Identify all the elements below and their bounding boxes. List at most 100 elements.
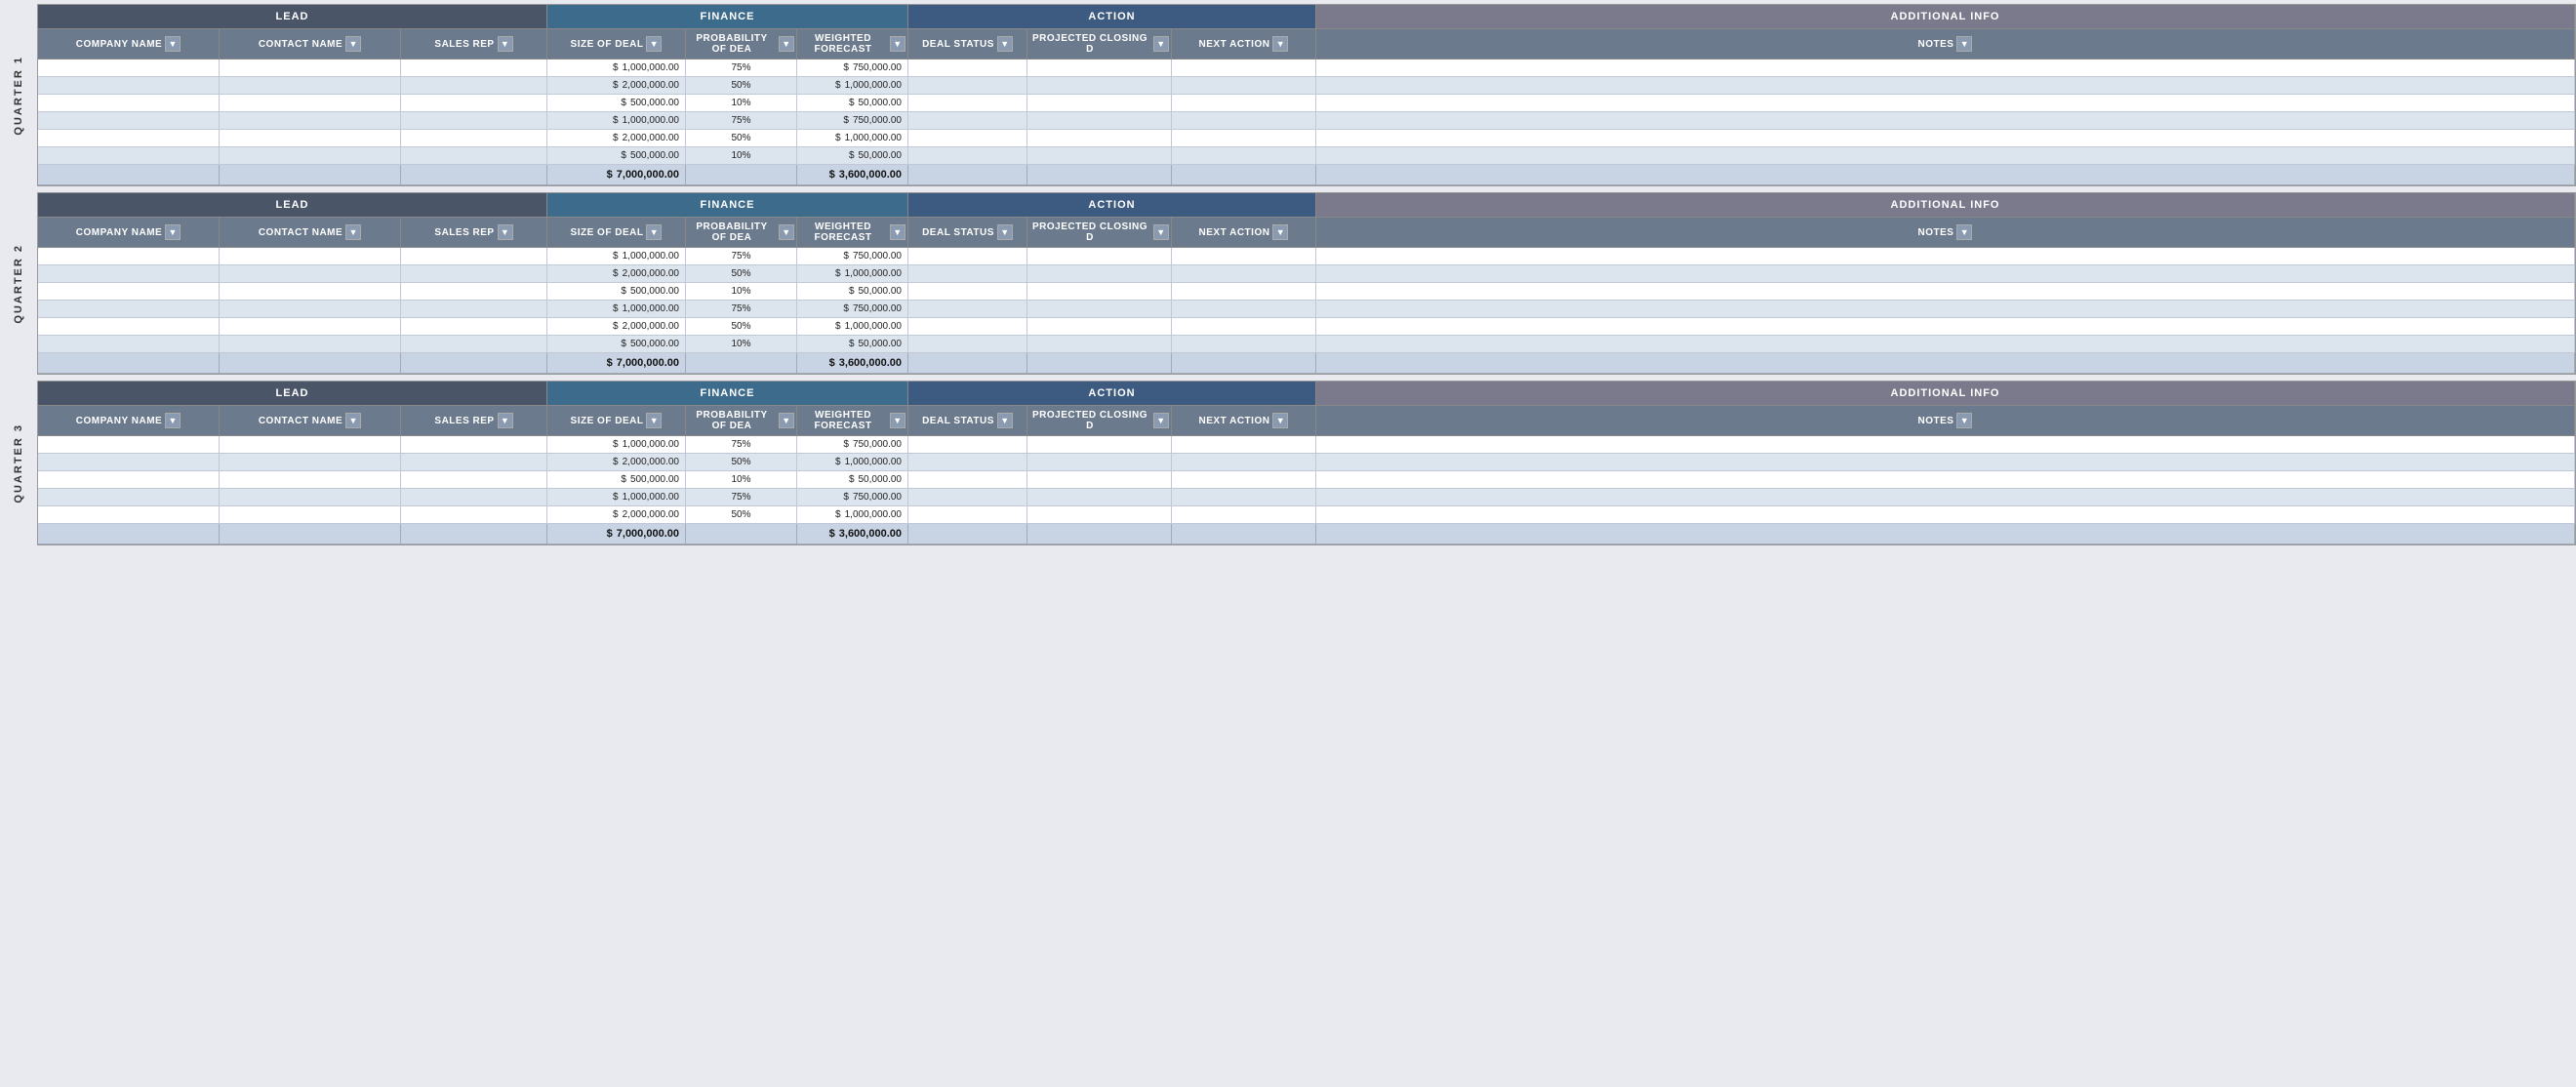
col-company-header: COMPANY NAME▼ bbox=[38, 406, 220, 436]
sub-header-row-q2: COMPANY NAME▼CONTACT NAME▼SALES REP▼SIZE… bbox=[38, 218, 2575, 248]
col-probability-header-dropdown[interactable]: ▼ bbox=[779, 224, 794, 240]
col-contact-header-dropdown[interactable]: ▼ bbox=[345, 224, 361, 240]
table-cell-sizedeal: $2,000,000.00 bbox=[547, 318, 686, 336]
table-cell bbox=[401, 60, 547, 77]
total-cell bbox=[1316, 524, 2575, 544]
table-cell bbox=[1172, 301, 1316, 318]
total-cell-weighted: $3,600,000.00 bbox=[797, 524, 908, 544]
col-nextaction-header-dropdown[interactable]: ▼ bbox=[1272, 36, 1288, 52]
total-cell-sizedeal: $7,000,000.00 bbox=[547, 165, 686, 185]
table-cell-sizedeal: $500,000.00 bbox=[547, 95, 686, 112]
table-cell bbox=[220, 283, 401, 301]
col-company-header-dropdown[interactable]: ▼ bbox=[165, 224, 181, 240]
table-row: $1,000,000.0075%$750,000.00 bbox=[38, 112, 2575, 130]
table-cell: 50% bbox=[686, 506, 797, 524]
col-probability-header-dropdown[interactable]: ▼ bbox=[779, 413, 794, 428]
col-dealstatus-header-dropdown[interactable]: ▼ bbox=[997, 413, 1013, 428]
col-sizedeal-header-dropdown[interactable]: ▼ bbox=[646, 36, 662, 52]
col-salesrep-header: SALES REP▼ bbox=[401, 406, 547, 436]
col-weighted-header-dropdown[interactable]: ▼ bbox=[890, 413, 906, 428]
table-cell bbox=[38, 471, 220, 489]
table-cell bbox=[908, 248, 1027, 265]
col-salesrep-header-dropdown[interactable]: ▼ bbox=[498, 413, 513, 428]
col-probability-header-dropdown[interactable]: ▼ bbox=[779, 36, 794, 52]
col-sizedeal-header-dropdown[interactable]: ▼ bbox=[646, 224, 662, 240]
total-cell bbox=[1027, 165, 1172, 185]
col-contact-header-dropdown[interactable]: ▼ bbox=[345, 36, 361, 52]
col-nextaction-header-dropdown[interactable]: ▼ bbox=[1272, 224, 1288, 240]
group-header-row-q2: LEADFINANCEACTIONADDITIONAL INFO bbox=[38, 193, 2575, 218]
col-notes-header-dropdown[interactable]: ▼ bbox=[1956, 224, 1972, 240]
table-cell bbox=[1027, 283, 1172, 301]
total-cell bbox=[38, 165, 220, 185]
table-cell bbox=[38, 77, 220, 95]
col-dealstatus-header-dropdown[interactable]: ▼ bbox=[997, 36, 1013, 52]
table-row: $500,000.0010%$50,000.00 bbox=[38, 471, 2575, 489]
col-weighted-header: WEIGHTED FORECAST▼ bbox=[797, 218, 908, 248]
col-company-header-dropdown[interactable]: ▼ bbox=[165, 413, 181, 428]
total-cell-weighted: $3,600,000.00 bbox=[797, 353, 908, 374]
table-cell bbox=[1027, 489, 1172, 506]
quarter-section-q2: QUARTER 2LEADFINANCEACTIONADDITIONAL INF… bbox=[0, 192, 2576, 375]
table-cell bbox=[1316, 265, 2575, 283]
group-finance: FINANCE bbox=[547, 193, 908, 218]
col-nextaction-header-dropdown[interactable]: ▼ bbox=[1272, 413, 1288, 428]
col-probability-header: PROBABILITY OF DEA▼ bbox=[686, 218, 797, 248]
table-cell bbox=[1172, 318, 1316, 336]
col-salesrep-header-dropdown[interactable]: ▼ bbox=[498, 36, 513, 52]
table-cell bbox=[908, 147, 1027, 165]
col-sizedeal-header-dropdown[interactable]: ▼ bbox=[646, 413, 662, 428]
table-cell bbox=[38, 436, 220, 454]
col-weighted-header-dropdown[interactable]: ▼ bbox=[890, 36, 906, 52]
table-cell bbox=[38, 301, 220, 318]
col-notes-header-dropdown[interactable]: ▼ bbox=[1956, 36, 1972, 52]
table-cell bbox=[908, 265, 1027, 283]
col-dealstatus-header: DEAL STATUS▼ bbox=[908, 218, 1027, 248]
table-cell-weighted: $50,000.00 bbox=[797, 471, 908, 489]
table-cell: 75% bbox=[686, 60, 797, 77]
table-cell bbox=[220, 265, 401, 283]
col-nextaction-header: NEXT ACTION▼ bbox=[1172, 406, 1316, 436]
table-cell bbox=[908, 301, 1027, 318]
table-cell bbox=[1172, 265, 1316, 283]
col-salesrep-header-dropdown[interactable]: ▼ bbox=[498, 224, 513, 240]
table-cell bbox=[220, 95, 401, 112]
col-weighted-header-dropdown[interactable]: ▼ bbox=[890, 224, 906, 240]
table-cell bbox=[401, 506, 547, 524]
total-cell bbox=[1172, 353, 1316, 374]
total-cell bbox=[1172, 165, 1316, 185]
col-projclosing-header: PROJECTED CLOSING D▼ bbox=[1027, 29, 1172, 60]
table-cell bbox=[1316, 436, 2575, 454]
table-cell bbox=[38, 336, 220, 353]
table-row: $2,000,000.0050%$1,000,000.00 bbox=[38, 454, 2575, 471]
col-company-header-dropdown[interactable]: ▼ bbox=[165, 36, 181, 52]
total-cell bbox=[1316, 353, 2575, 374]
col-contact-header: CONTACT NAME▼ bbox=[220, 29, 401, 60]
table-cell bbox=[908, 60, 1027, 77]
total-cell bbox=[908, 524, 1027, 544]
col-notes-header-dropdown[interactable]: ▼ bbox=[1956, 413, 1972, 428]
total-cell bbox=[1172, 524, 1316, 544]
table-cell bbox=[1316, 283, 2575, 301]
group-lead: LEAD bbox=[38, 382, 547, 406]
col-dealstatus-header-dropdown[interactable]: ▼ bbox=[997, 224, 1013, 240]
col-projclosing-header-dropdown[interactable]: ▼ bbox=[1153, 36, 1169, 52]
table-cell-weighted: $1,000,000.00 bbox=[797, 130, 908, 147]
group-additional: ADDITIONAL INFO bbox=[1316, 193, 2575, 218]
table-cell bbox=[1027, 147, 1172, 165]
col-projclosing-header: PROJECTED CLOSING D▼ bbox=[1027, 218, 1172, 248]
quarter-section-q1: QUARTER 1LEADFINANCEACTIONADDITIONAL INF… bbox=[0, 4, 2576, 186]
table-cell bbox=[401, 95, 547, 112]
table-row: $1,000,000.0075%$750,000.00 bbox=[38, 301, 2575, 318]
col-projclosing-header-dropdown[interactable]: ▼ bbox=[1153, 224, 1169, 240]
col-contact-header-dropdown[interactable]: ▼ bbox=[345, 413, 361, 428]
table-cell bbox=[908, 283, 1027, 301]
table-cell bbox=[220, 506, 401, 524]
table-cell bbox=[220, 454, 401, 471]
quarter-label-q3: QUARTER 3 bbox=[13, 423, 24, 503]
table-cell bbox=[1172, 112, 1316, 130]
col-projclosing-header-dropdown[interactable]: ▼ bbox=[1153, 413, 1169, 428]
total-cell bbox=[686, 165, 797, 185]
table-row: $1,000,000.0075%$750,000.00 bbox=[38, 436, 2575, 454]
table-cell-sizedeal: $2,000,000.00 bbox=[547, 130, 686, 147]
